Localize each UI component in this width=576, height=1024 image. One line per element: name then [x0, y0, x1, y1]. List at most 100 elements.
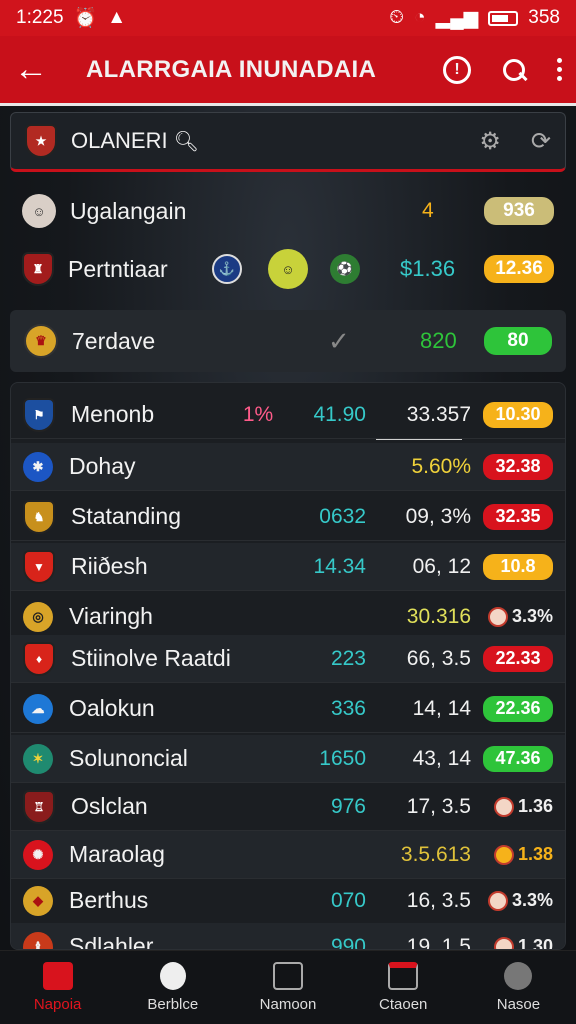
list-icon [388, 962, 419, 990]
table-row[interactable]: ✶ Solunoncial 1650 43, 14 47.36 [11, 735, 565, 783]
nav-item-ctaoen[interactable]: Ctaoen [346, 962, 461, 1013]
top-row-pill: 12.36 [484, 255, 554, 283]
wifi-icon: ◔ [414, 7, 426, 28]
table-row[interactable]: ✱ Dohay 5.60% 32.38 [11, 443, 565, 491]
stat-col-2: 336 [330, 696, 366, 720]
stat-col-2: 41.90 [313, 402, 366, 426]
team-name: Stiinolve Raatdi [71, 645, 231, 671]
nav-item-napoia[interactable]: Napoia [0, 962, 115, 1013]
table-row[interactable]: ⚑ Menonb 1% 41.90 33.357 10.30 [11, 391, 565, 439]
team-crest-icon: ⚑ [23, 397, 55, 432]
team-name: Sdlahler [69, 933, 154, 950]
score-badge: 47.36 [483, 745, 553, 772]
top-row-name: Ugalangain [70, 197, 187, 224]
score-badge: 22.36 [483, 695, 553, 722]
info-icon[interactable]: ! [443, 55, 471, 84]
featured-value: 820 [420, 328, 457, 353]
team-crest-icon: ✱ [23, 451, 53, 482]
home-icon [42, 962, 73, 990]
more-menu-icon[interactable] [557, 58, 562, 81]
team-name: Riiðesh [71, 553, 148, 579]
page-title: ALARRGAIA INUNADAIA [86, 55, 377, 83]
team-name: Dohay [69, 453, 136, 479]
search-bar[interactable]: ★ OLANERI 🔍︎ ⚙ ⟳ [10, 112, 566, 172]
table-row[interactable]: ◆ Berthus 070 16, 3.5 3.3% [11, 877, 565, 925]
settings-gear-icon[interactable]: ⚙ [479, 127, 501, 156]
nav-item-berblce[interactable]: Berblce [115, 962, 230, 1013]
bottom-nav: Napoia Berblce Namoon Ctaoen Nasoe [0, 950, 576, 1024]
featured-name: 7erdave [72, 327, 156, 354]
back-arrow-icon[interactable]: ← [14, 50, 58, 89]
table-row[interactable]: ♖ Oslclan 976 17, 3.5 1.36 [11, 783, 565, 831]
club-badge-icon: ⚓ [212, 254, 242, 284]
stat-col-3: 43, 14 [412, 746, 471, 770]
team-crest-icon: ◎ [23, 601, 53, 632]
table-row[interactable]: ♝ Sdlahler 990 19, 1.5 1.30 [11, 923, 565, 950]
score-text: 3.3% [511, 606, 553, 626]
featured-row[interactable]: ♛ 7erdave ✓ 820 80 [10, 310, 566, 372]
score-badge: 1.36 [483, 794, 553, 820]
team-name: Solunoncial [69, 745, 188, 771]
club-badge-icon: ⚽ [330, 254, 360, 284]
featured-pill: 80 [484, 327, 552, 355]
top-row-1[interactable]: ☺ Ugalangain 4 936 [10, 184, 566, 238]
player-photo-icon: ☺ [268, 249, 308, 289]
stat-col-3: 30.316 [406, 604, 471, 628]
battery-level: 358 [528, 7, 560, 28]
alarm-icon: ⏰ [73, 8, 98, 29]
shield-icon [159, 962, 186, 990]
nav-label: Namoon [259, 996, 317, 1013]
score-badge: 10.30 [483, 401, 553, 428]
nav-item-namoon[interactable]: Namoon [230, 962, 345, 1013]
score-badge: 32.35 [483, 503, 553, 530]
top-row-value: 4 [422, 199, 434, 222]
status-time: 1:225 [16, 7, 64, 28]
search-label: OLANERI [71, 128, 168, 153]
calendar-icon [273, 962, 303, 990]
ball-icon [487, 890, 508, 911]
signal-icon: ▂▄▆ [435, 7, 479, 29]
search-small-icon: 🔍︎ [173, 130, 199, 153]
stat-col-1: 1% [242, 402, 274, 426]
score-text: 1.38 [517, 844, 553, 864]
ball-icon [487, 606, 508, 627]
table-row[interactable]: ☁ Oalokun 336 14, 14 22.36 [11, 685, 565, 733]
refresh-icon[interactable]: ⟳ [531, 127, 551, 156]
ball-icon [493, 844, 514, 865]
team-crest-icon: ♖ [23, 789, 55, 824]
team-crest-icon: ✺ [23, 839, 53, 870]
search-icon[interactable] [501, 57, 527, 83]
stat-col-2: 223 [330, 646, 366, 670]
table-row[interactable]: ♞ Statanding 0632 09, 3% 32.35 [11, 493, 565, 541]
stat-col-2: 990 [330, 934, 366, 950]
status-bar: 1:225 ⏰ ▲ ⏲ ◔ ▂▄▆ 358 [0, 0, 576, 36]
table-row[interactable]: ✺ Maraolag 3.5.613 1.38 [11, 831, 565, 879]
team-name: Statanding [71, 503, 181, 529]
checkmark-icon[interactable]: ✓ [328, 326, 350, 357]
stat-col-3: 66, 3.5 [406, 646, 471, 670]
score-text: 1.36 [517, 796, 553, 816]
table-row[interactable]: ♦ Stiinolve Raatdi 223 66, 3.5 22.33 [11, 635, 565, 683]
team-crest-icon: ♞ [23, 499, 55, 534]
stat-col-3: 3.5.613 [400, 842, 471, 866]
team-crest-icon: ◆ [23, 885, 53, 916]
stat-col-3: 33.357 [406, 402, 471, 426]
team-name: Menonb [71, 401, 155, 427]
nav-item-nasoe[interactable]: Nasoe [461, 962, 576, 1013]
score-badge: 32.38 [483, 453, 553, 480]
team-crest-icon: ♦ [23, 641, 55, 676]
team-name: Oalokun [69, 695, 155, 721]
score-badge: 3.3% [483, 604, 553, 630]
top-row-pill: 936 [484, 197, 554, 225]
stat-col-2: 1650 [319, 746, 366, 770]
score-text: 1.30 [517, 936, 553, 950]
team-name: Berthus [69, 887, 149, 913]
stat-col-3: 06, 12 [412, 554, 471, 578]
table-row[interactable]: ◎ Viaringh 30.316 3.3% [11, 593, 565, 641]
score-badge: 1.38 [483, 842, 553, 868]
player-avatar: ☺ [22, 194, 56, 228]
top-row-2[interactable]: ♜ Pertntiaar ⚓ ☺ ⚽ $1.36 12.36 [10, 242, 566, 296]
top-row-value: $1.36 [400, 256, 456, 281]
table-row[interactable]: ▼ Riiðesh 14.34 06, 12 10.8 [11, 543, 565, 591]
team-name: Viaringh [69, 603, 153, 629]
